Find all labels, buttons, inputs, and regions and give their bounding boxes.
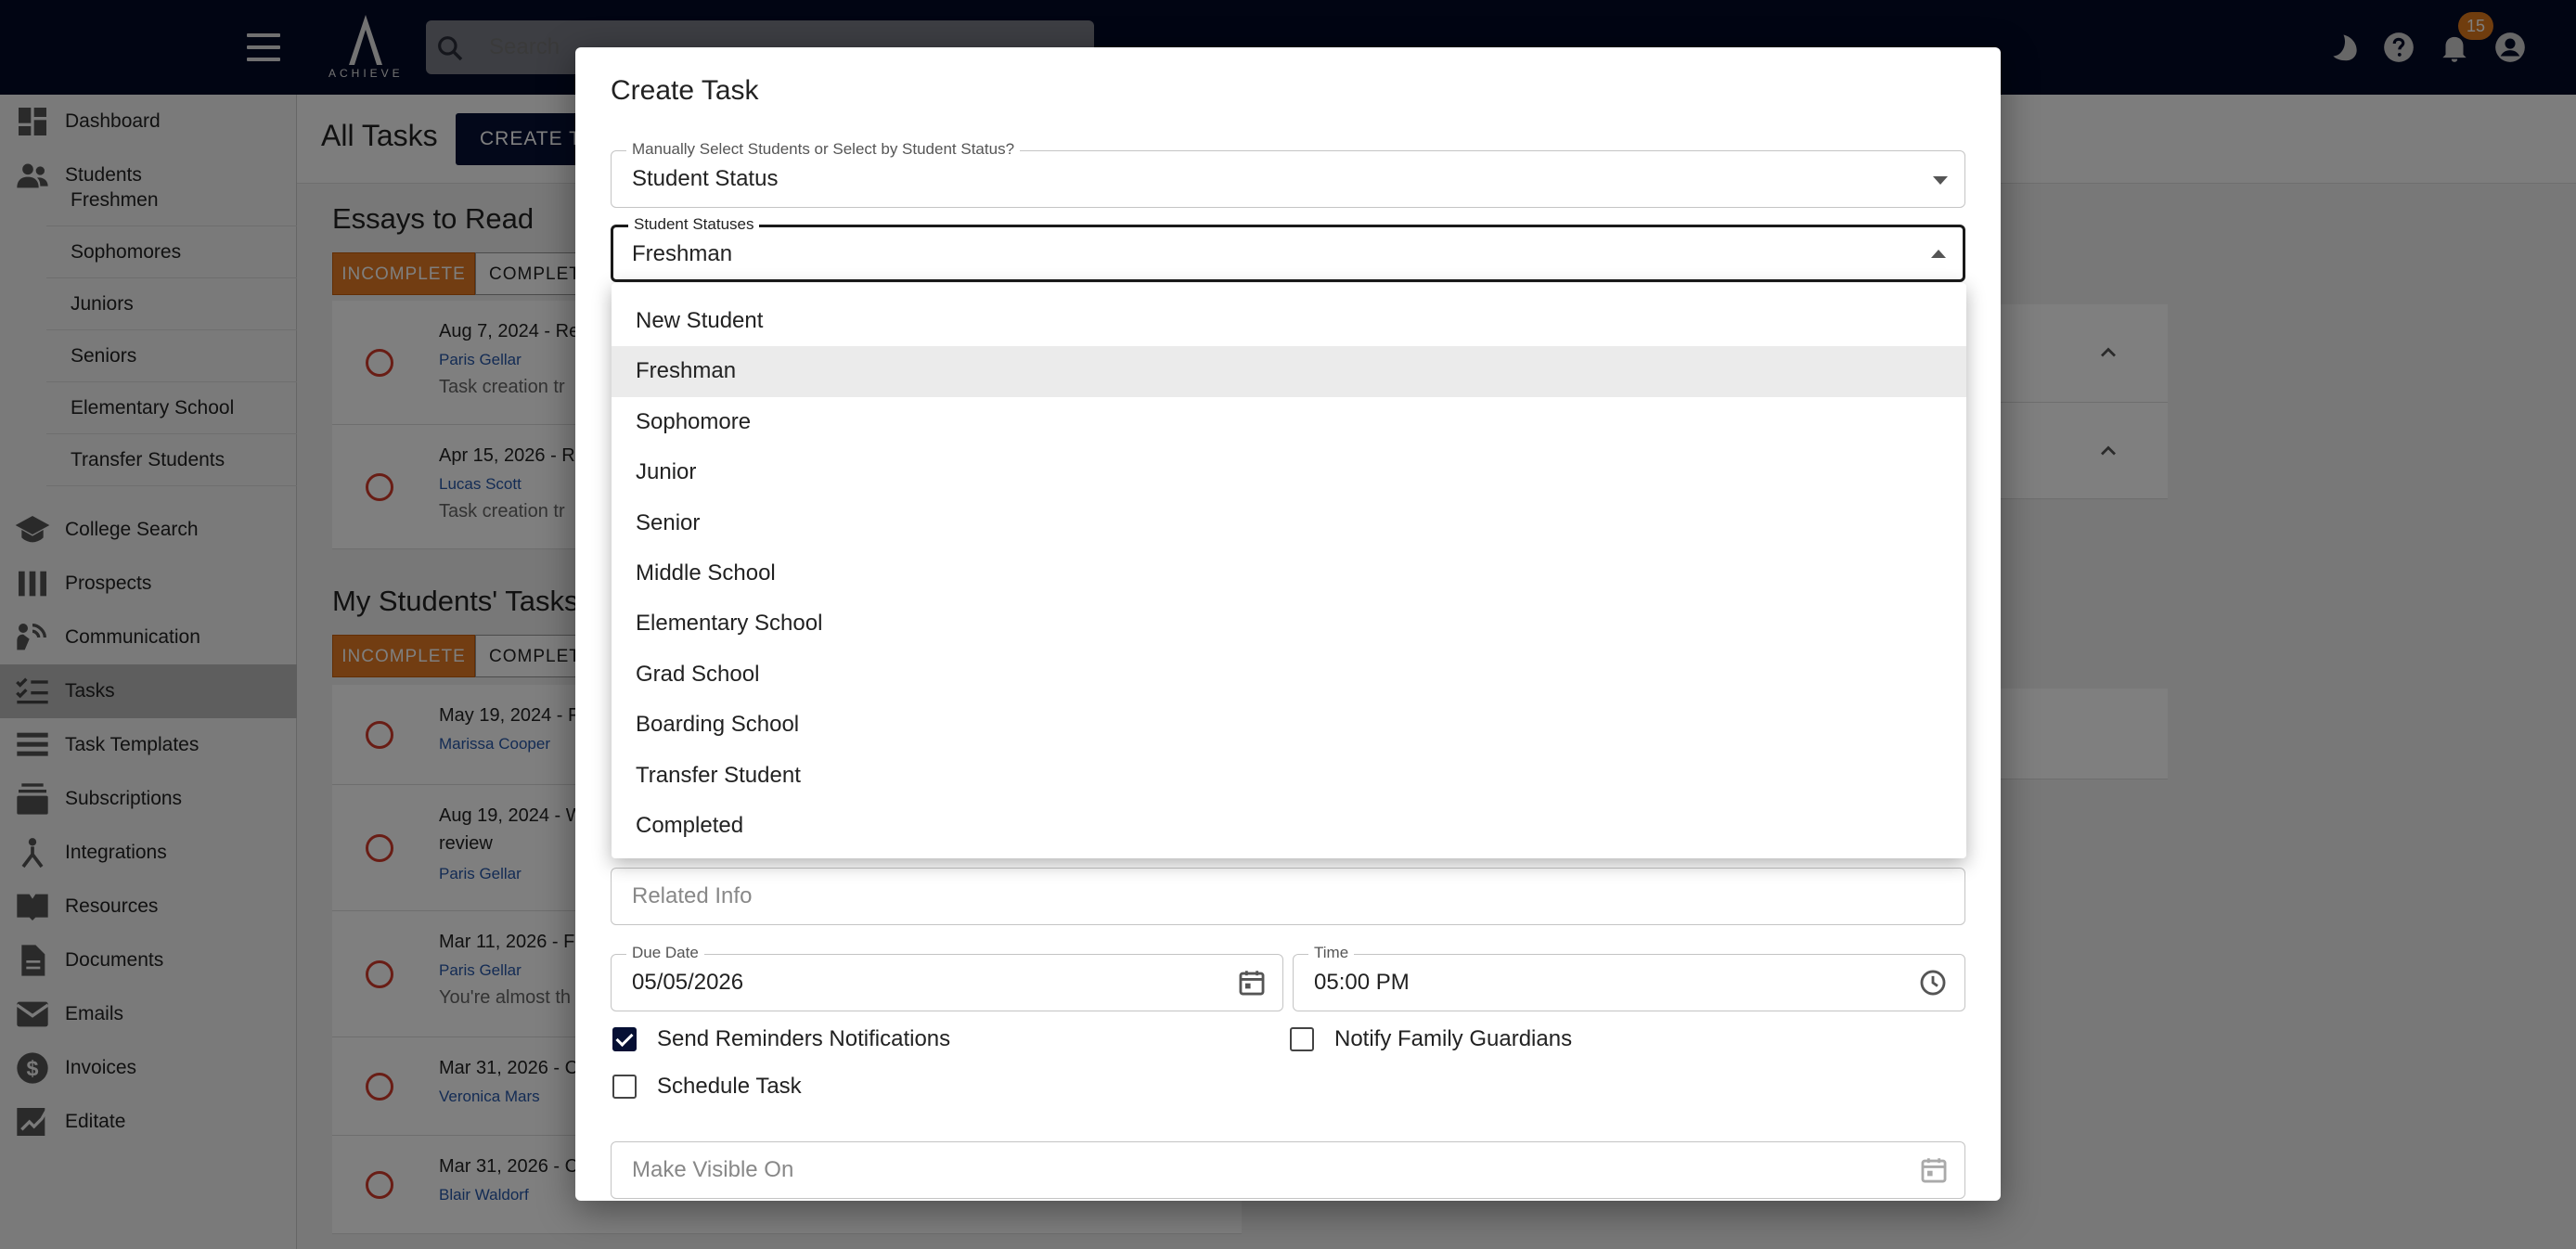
student-statuses-value: Freshman (632, 241, 733, 266)
status-option-new-student[interactable]: New Student (612, 296, 1966, 346)
make-visible-placeholder: Make Visible On (632, 1157, 794, 1182)
notify-guardians-label: Notify Family Guardians (1334, 1026, 1573, 1051)
status-option-senior[interactable]: Senior (612, 498, 1966, 548)
checkbox-checked[interactable] (612, 1027, 637, 1051)
select-mode-dropdown[interactable]: Manually Select Students or Select by St… (611, 140, 1965, 208)
checkbox-unchecked[interactable] (612, 1075, 637, 1099)
select-mode-value: Student Status (632, 166, 779, 191)
dropdown-arrow-icon (1933, 176, 1948, 185)
schedule-task-label: Schedule Task (657, 1074, 802, 1099)
clock-icon[interactable] (1917, 967, 1949, 998)
notify-guardians-checkbox[interactable]: Notify Family Guardians (1290, 1026, 1572, 1052)
due-date-value: 05/05/2026 (632, 970, 744, 995)
status-option-boarding-school[interactable]: Boarding School (612, 700, 1966, 750)
schedule-task-checkbox[interactable]: Schedule Task (612, 1074, 802, 1100)
select-mode-label: Manually Select Students or Select by St… (626, 140, 1021, 159)
time-input[interactable]: Time 05:00 PM (1293, 944, 1965, 1011)
status-option-completed[interactable]: Completed (612, 801, 1966, 851)
related-info-input[interactable]: Related Info (611, 868, 1965, 925)
due-date-label: Due Date (626, 944, 704, 962)
time-value: 05:00 PM (1314, 970, 1410, 995)
status-option-junior[interactable]: Junior (612, 447, 1966, 497)
status-option-freshman[interactable]: Freshman (612, 346, 1966, 397)
send-reminders-label: Send Reminders Notifications (657, 1026, 951, 1051)
make-visible-on-input[interactable]: Make Visible On (611, 1141, 1965, 1199)
create-task-dialog: Create Task Manually Select Students or … (575, 47, 2001, 1201)
status-option-grad-school[interactable]: Grad School (612, 650, 1966, 700)
student-statuses-options-list: New Student Freshman Sophomore Junior Senior… (612, 283, 1966, 858)
dialog-title: Create Task (611, 75, 759, 106)
related-info-placeholder: Related Info (632, 883, 753, 908)
status-option-sophomore[interactable]: Sophomore (612, 397, 1966, 447)
status-option-middle-school[interactable]: Middle School (612, 548, 1966, 599)
checkbox-unchecked[interactable] (1290, 1027, 1314, 1051)
due-date-input[interactable]: Due Date 05/05/2026 (611, 944, 1283, 1011)
status-option-elementary-school[interactable]: Elementary School (612, 599, 1966, 649)
time-label: Time (1308, 944, 1355, 962)
calendar-icon[interactable] (1918, 1154, 1950, 1186)
dropdown-arrow-up-icon (1931, 250, 1946, 258)
calendar-icon[interactable] (1236, 967, 1268, 998)
student-statuses-label: Student Statuses (628, 215, 760, 234)
status-option-transfer-student[interactable]: Transfer Student (612, 751, 1966, 801)
student-statuses-select[interactable]: Student Statuses Freshman (611, 215, 1965, 282)
send-reminders-checkbox[interactable]: Send Reminders Notifications (612, 1026, 950, 1052)
